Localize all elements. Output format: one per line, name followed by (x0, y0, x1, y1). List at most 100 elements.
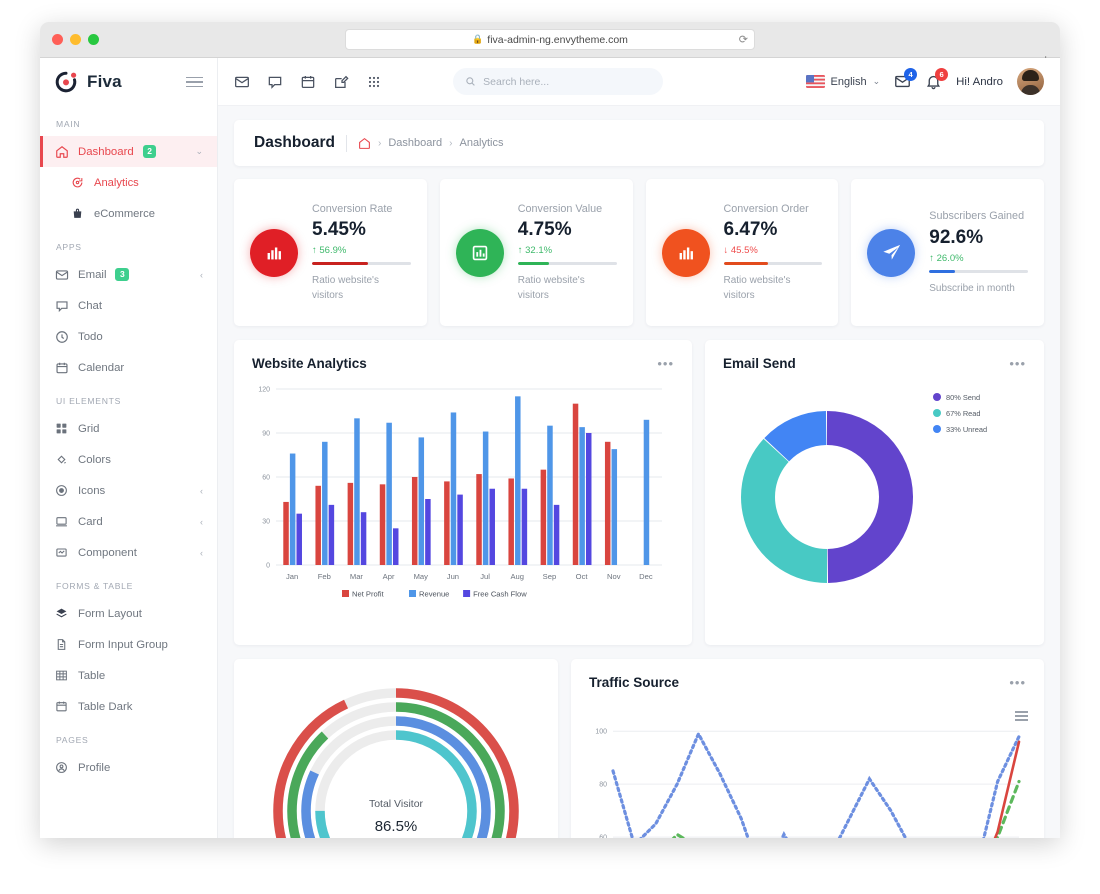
charts-row-2: Total Visitor 86.5% Traffic Source ••• 60… (234, 659, 1044, 838)
panel-total-visitor: Total Visitor 86.5% (234, 659, 558, 838)
traffic-source-chart: 60 80 100 (595, 729, 1021, 838)
sidebar-item-icons[interactable]: Icons ‹ (40, 475, 217, 506)
close-window-button[interactable] (52, 34, 63, 45)
breadcrumb-separator: › (449, 137, 453, 149)
kebab-menu-icon[interactable]: ••• (1009, 357, 1026, 370)
language-label: English (830, 75, 867, 88)
panel-title: Website Analytics (252, 356, 367, 371)
analytics-icon (70, 175, 85, 190)
search-container: Search here... (453, 68, 664, 95)
messages-count-badge: 4 (904, 68, 918, 81)
chevron-left-icon: ‹ (200, 516, 203, 527)
target-icon (54, 483, 69, 498)
edit-icon[interactable] (333, 74, 349, 90)
sidebar-item-table[interactable]: Table (40, 660, 217, 691)
chart-square-icon (455, 228, 504, 277)
breadcrumb-item-dashboard[interactable]: Dashboard (388, 137, 442, 149)
sidebar-toggle-button[interactable] (186, 76, 203, 88)
stat-label: Conversion Order (723, 202, 809, 215)
sidebar-item-chat[interactable]: Chat (40, 290, 217, 321)
sidebar-item-table-dark[interactable]: Table Dark (40, 691, 217, 722)
user-greeting: Hi! Andro (956, 75, 1003, 88)
sidebar-item-grid[interactable]: Grid (40, 413, 217, 444)
notifications-button[interactable]: 6 (925, 68, 949, 90)
sidebar-item-analytics[interactable]: Analytics (40, 167, 217, 198)
language-selector[interactable]: English ⌄ (805, 75, 880, 88)
svg-text:Jul: Jul (480, 572, 490, 581)
maximize-window-button[interactable] (88, 34, 99, 45)
stat-card-grid: Conversion Rate 5.45% ↑ 56.9% Ratio webs… (234, 179, 1044, 326)
page-viewport: Fiva MAIN Dashboard 2 ⌄ Analytics eComme… (40, 58, 1060, 838)
svg-text:Dec: Dec (639, 572, 653, 581)
bag-icon (70, 206, 85, 221)
paint-icon (54, 452, 69, 467)
chat-icon[interactable] (267, 74, 283, 90)
avatar[interactable] (1017, 68, 1044, 95)
svg-text:Nov: Nov (607, 572, 621, 581)
svg-text:0: 0 (266, 563, 270, 570)
search-placeholder: Search here... (483, 75, 550, 88)
sidebar-item-form-input-group[interactable]: Form Input Group (40, 629, 217, 660)
kebab-menu-icon[interactable]: ••• (1009, 676, 1026, 689)
apps-grid-icon[interactable] (366, 74, 382, 90)
stat-label: Conversion Rate (312, 202, 393, 215)
calendar-icon[interactable] (300, 74, 316, 90)
sidebar-item-todo[interactable]: Todo (40, 321, 217, 352)
nav-section-ui-elements: UI ELEMENTS (56, 396, 122, 406)
svg-text:80: 80 (599, 782, 607, 789)
svg-text:Total Visitor: Total Visitor (369, 798, 424, 810)
breadcrumb: Dashboard › Dashboard › Analytics (234, 120, 1044, 166)
sidebar-item-form-layout[interactable]: Form Layout (40, 598, 217, 629)
sidebar-item-label: Chat (78, 299, 103, 312)
svg-text:Aug: Aug (510, 572, 524, 581)
svg-text:Revenue: Revenue (419, 590, 449, 599)
home-icon[interactable] (358, 137, 371, 150)
stat-label: Conversion Value (517, 202, 603, 215)
reload-icon[interactable]: ⟳ (739, 33, 748, 46)
window-controls[interactable] (52, 34, 99, 45)
home-icon (54, 144, 69, 159)
sidebar-item-profile[interactable]: Profile (40, 752, 217, 783)
sidebar-badge: 3 (115, 267, 130, 282)
table-dark-icon (54, 699, 69, 714)
svg-text:86.5%: 86.5% (375, 818, 418, 835)
sidebar-item-dashboard[interactable]: Dashboard 2 ⌄ (40, 136, 217, 167)
svg-text:30: 30 (262, 519, 270, 526)
sidebar-item-calendar[interactable]: Calendar (40, 352, 217, 383)
sidebar-item-colors[interactable]: Colors (40, 444, 217, 475)
stat-card-conversion-rate: Conversion Rate 5.45% ↑ 56.9% Ratio webs… (234, 179, 427, 326)
stat-card-conversion-value: Conversion Value 4.75% ↑ 32.1% Ratio web… (439, 179, 633, 326)
svg-text:Net Profit: Net Profit (352, 590, 385, 599)
stat-value: 5.45% (312, 219, 366, 241)
svg-text:Free Cash Flow: Free Cash Flow (473, 590, 527, 599)
sidebar-item-label: Form Input Group (78, 638, 168, 651)
sidebar-item-component[interactable]: Component ‹ (40, 537, 217, 568)
messages-button[interactable]: 4 (894, 68, 918, 90)
panel-title: Email Send (723, 356, 796, 371)
hamburger-menu-icon[interactable] (1015, 711, 1028, 721)
sidebar-item-card[interactable]: Card ‹ (40, 506, 217, 537)
search-input[interactable]: Search here... (453, 68, 664, 95)
main-area: Search here... English ⌄ 4 6 Hi! Andro D… (218, 58, 1060, 838)
svg-text:Oct: Oct (576, 572, 589, 581)
stat-progress (517, 262, 617, 266)
sidebar-item-email[interactable]: Email 3 ‹ (40, 259, 217, 290)
panel-website-analytics: Website Analytics ••• 0 30 60 90 120 Jan Feb Ma… (234, 340, 692, 645)
sidebar-item-label: Email (78, 268, 107, 281)
stat-progress (723, 262, 823, 266)
svg-text:Jan: Jan (286, 572, 298, 581)
breadcrumb-item-analytics[interactable]: Analytics (459, 137, 503, 149)
minimize-window-button[interactable] (70, 34, 81, 45)
search-icon (466, 77, 475, 86)
svg-text:Sep: Sep (543, 572, 557, 581)
component-icon (54, 545, 69, 560)
sidebar-item-label: Table (78, 669, 106, 682)
grid-icon (54, 421, 69, 436)
calendar-icon (54, 360, 69, 375)
kebab-menu-icon[interactable]: ••• (657, 357, 674, 370)
sidebar-item-label: Dashboard (78, 145, 134, 158)
sidebar-item-ecommerce[interactable]: eCommerce (40, 198, 217, 229)
address-bar[interactable]: 🔒 fiva-admin-ng.envytheme.com ⟳ (345, 29, 755, 50)
stat-note: Ratio website's visitors (312, 275, 379, 302)
envelope-icon[interactable] (234, 74, 250, 90)
